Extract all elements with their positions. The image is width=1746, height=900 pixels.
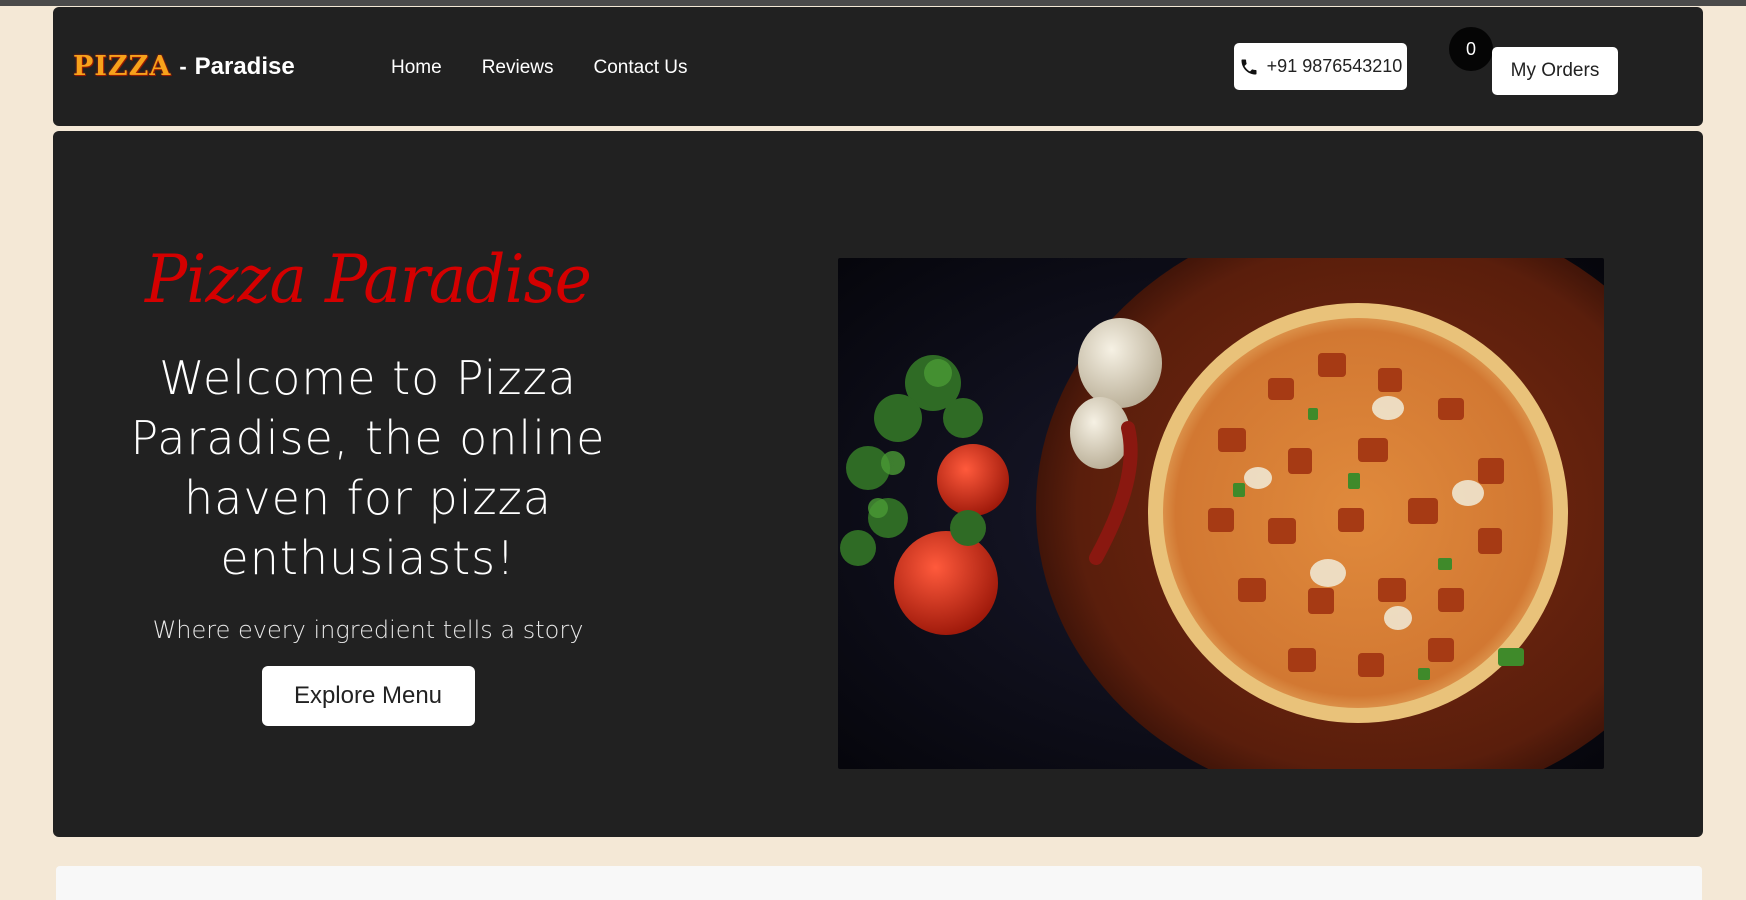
nav-contact-link[interactable]: Contact Us xyxy=(594,57,688,79)
navbar: PIZZA - Paradise Home Reviews Contact Us… xyxy=(53,7,1703,126)
phone-number: +91 9876543210 xyxy=(1266,56,1403,76)
hero-section: Pizza Paradise Welcome to Pizza Paradise… xyxy=(53,131,1703,837)
nav-reviews-link[interactable]: Reviews xyxy=(482,57,554,79)
hero-subheading: Where every ingredient tells a story xyxy=(152,616,584,644)
brand-name: Paradise xyxy=(194,52,295,80)
brand[interactable]: PIZZA - Paradise xyxy=(73,51,295,82)
brand-separator: - xyxy=(179,53,187,79)
pizza-photo xyxy=(838,258,1604,769)
nav-home-link[interactable]: Home xyxy=(391,57,442,79)
top-strip xyxy=(0,0,1746,6)
brand-logo: PIZZA xyxy=(73,51,172,82)
hero-text: Pizza Paradise Welcome to Pizza Paradise… xyxy=(98,241,638,726)
phone-icon xyxy=(1239,57,1259,77)
main-nav: Home Reviews Contact Us xyxy=(391,57,687,79)
content-panel xyxy=(56,866,1702,900)
hero-heading: Welcome to Pizza Paradise, the online ha… xyxy=(130,351,606,585)
cart-count-badge[interactable]: 0 xyxy=(1449,27,1493,71)
phone-button[interactable]: +91 9876543210 xyxy=(1234,43,1407,90)
my-orders-button[interactable]: My Orders xyxy=(1492,47,1618,95)
hero-title: Pizza Paradise xyxy=(145,241,592,318)
explore-menu-button[interactable]: Explore Menu xyxy=(261,666,475,726)
